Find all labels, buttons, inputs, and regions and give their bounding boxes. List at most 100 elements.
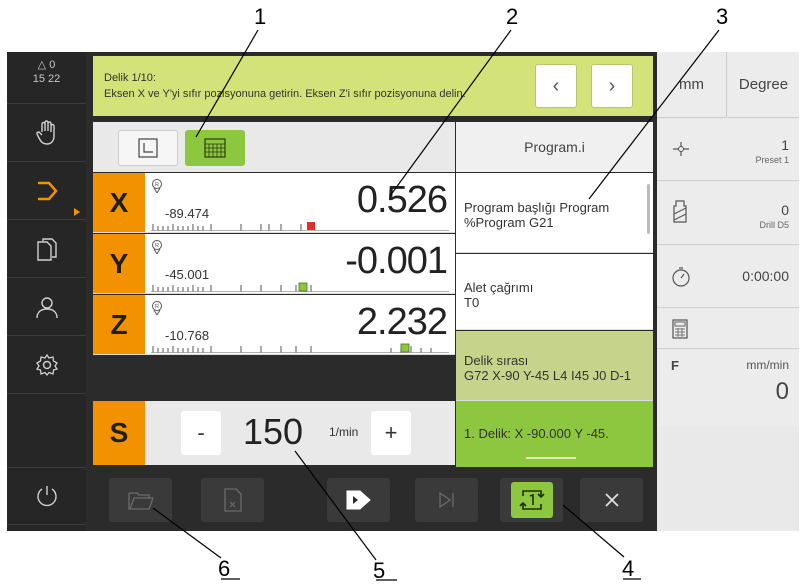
main-menu: △ 0 15 22 <box>7 52 86 531</box>
position-marker-y <box>298 282 308 292</box>
callout-3: 3 <box>716 4 729 29</box>
previous-step-button[interactable]: ‹ <box>535 64 577 108</box>
timer-field[interactable]: 0:00:00 <box>657 246 799 308</box>
callout-5: 5 <box>373 558 386 583</box>
axis-row-x[interactable]: X R -89.474 0.526 <box>93 173 455 233</box>
axis-row-z[interactable]: Z R -10.768 2.232 <box>93 295 455 355</box>
callout-6: 6 <box>218 556 231 581</box>
cancel-button[interactable] <box>580 478 643 522</box>
file-close-icon <box>223 488 242 512</box>
travel-ruler-z <box>151 343 449 353</box>
program-step-title: 1. Delik: X -90.000 Y -45. <box>464 426 609 441</box>
instruction-step: Delik 1/10: <box>104 72 156 84</box>
program-step-title: Program başlığı Program <box>464 200 610 215</box>
drag-handle[interactable] <box>526 457 576 459</box>
skip-forward-icon <box>438 491 454 509</box>
tool-field[interactable]: 0 Drill D5 <box>657 182 799 245</box>
instruction-detail: Eksen X ve Y'yi sıfır pozisyonuna getiri… <box>104 88 466 100</box>
menu-file-management[interactable] <box>7 220 86 278</box>
spindle-speed-value[interactable]: 150 <box>243 411 303 453</box>
axis-value-y: -0.001 <box>345 240 448 282</box>
cycle-icon <box>518 490 545 510</box>
program-toolbar <box>93 467 653 531</box>
axis-ref-value-y: -45.001 <box>165 267 210 282</box>
axis-label-x: X <box>93 173 145 232</box>
axis-label-y: Y <box>93 234 145 293</box>
travel-ruler-y <box>151 282 449 292</box>
feed-value: 0 <box>775 378 789 405</box>
program-run-icon <box>346 490 371 510</box>
reference-mark-icon: R <box>152 179 162 193</box>
stopwatch-icon <box>672 267 690 287</box>
user-icon <box>35 296 58 318</box>
warning-icon: △ <box>37 59 47 71</box>
axis-value-x: 0.526 <box>356 179 448 221</box>
auto-step-toggle-button[interactable] <box>500 478 563 522</box>
datum-icon <box>673 142 689 156</box>
menu-manual-operation[interactable] <box>7 104 86 162</box>
calculator-icon <box>672 319 688 339</box>
axis-ref-value-z: -10.768 <box>165 328 210 343</box>
close-program-button[interactable] <box>201 478 264 522</box>
position-marker-x <box>307 222 315 230</box>
timer-value: 0:00:00 <box>742 268 789 284</box>
reference-mark-icon: R <box>152 240 162 254</box>
status-panel: mm Degree 1 Preset 1 0 Drill D5 0:00:00 … <box>657 52 799 531</box>
callout-4: 4 <box>622 556 635 581</box>
power-icon <box>36 486 57 507</box>
menu-power[interactable] <box>7 467 86 525</box>
spindle-increase-button[interactable]: + <box>371 411 411 455</box>
tool-value: 0 <box>781 202 789 218</box>
menu-user-login[interactable] <box>7 278 86 336</box>
spindle-speed-unit: 1/min <box>329 425 359 439</box>
spindle-decrease-button[interactable]: - <box>181 411 221 455</box>
open-program-button[interactable] <box>109 478 172 522</box>
preset-label: Preset 1 <box>755 155 789 165</box>
preset-field[interactable]: 1 Preset 1 <box>657 119 799 181</box>
svg-text:R: R <box>155 243 159 249</box>
status-area: △ 0 15 22 <box>7 52 86 104</box>
files-icon <box>36 237 57 261</box>
program-step-title: Alet çağrımı <box>464 280 534 295</box>
position-marker-z <box>400 343 410 353</box>
active-indicator <box>74 208 80 216</box>
close-icon <box>604 493 619 507</box>
run-program-button[interactable] <box>327 478 390 522</box>
tool-label: Drill D5 <box>759 220 789 230</box>
next-step-button[interactable]: › <box>591 64 633 108</box>
menu-settings[interactable] <box>7 336 86 394</box>
simulation-view-button[interactable] <box>118 130 178 166</box>
feed-unit: mm/min <box>746 358 789 372</box>
next-step-button[interactable] <box>415 478 478 522</box>
axis-ref-value-x: -89.474 <box>165 206 210 221</box>
preset-value: 1 <box>781 137 789 153</box>
unit-angle[interactable]: Degree <box>728 52 799 118</box>
unit-length[interactable]: mm <box>657 52 727 118</box>
program-step-tool-call[interactable]: Alet çağrımı T0 <box>456 254 653 330</box>
program-step-detail: %Program G21 <box>464 215 554 230</box>
travel-ruler-x <box>151 222 449 231</box>
tool-icon <box>673 200 687 223</box>
svg-text:R: R <box>155 182 159 188</box>
program-step-hole-row[interactable]: Delik sırası G72 X-90 Y-45 L4 I45 J0 D-1 <box>456 331 653 401</box>
chevron-left-icon: ‹ <box>552 74 560 97</box>
clock: 15 22 <box>32 73 61 85</box>
auto-step-toggle-active <box>510 482 553 518</box>
program-title: Program.i <box>456 122 653 172</box>
view-switcher <box>93 122 455 172</box>
program-scrollbar[interactable] <box>647 184 650 234</box>
spindle-row: S - 150 1/min + <box>93 401 455 465</box>
program-step-title: Delik sırası <box>464 353 529 368</box>
keypad-grid-icon <box>204 138 226 158</box>
axis-row-y[interactable]: Y R -45.001 -0.001 <box>93 234 455 294</box>
axis-value-z: 2.232 <box>356 301 448 343</box>
spindle-label: S <box>93 401 145 465</box>
feed-rate-field[interactable]: F mm/min 0 <box>657 350 799 426</box>
graph-window-icon <box>138 138 158 158</box>
instruction-bar: Delik 1/10: Eksen X ve Y'yi sıfır pozisy… <box>93 56 653 116</box>
callout-1: 1 <box>254 4 267 29</box>
callout-2: 2 <box>506 4 519 29</box>
position-view-button[interactable] <box>185 130 245 166</box>
calculator-field[interactable] <box>657 309 799 349</box>
program-step-header[interactable]: Program başlığı Program %Program G21 <box>456 173 653 253</box>
